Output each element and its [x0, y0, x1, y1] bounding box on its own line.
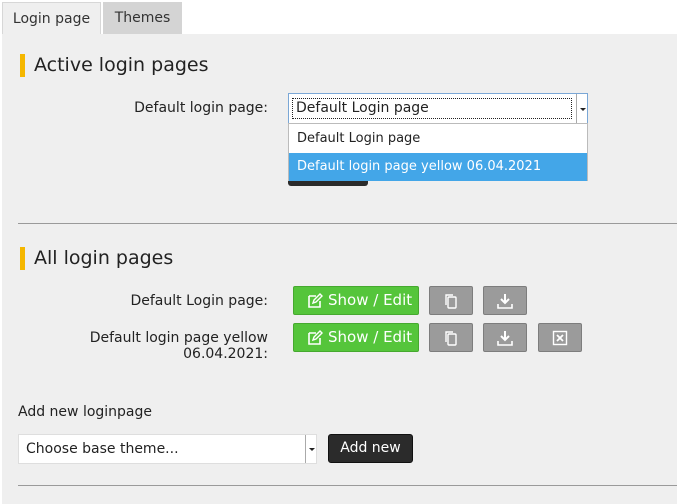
all-login-pages-title: All login pages [20, 247, 173, 270]
copy-button[interactable] [429, 286, 473, 315]
copy-button[interactable] [429, 323, 473, 352]
default-login-page-select[interactable]: Default Login page [288, 93, 588, 124]
base-theme-value: Choose base theme... [26, 441, 179, 457]
download-icon [497, 331, 513, 346]
tab-login-page[interactable]: Login page [2, 2, 101, 34]
show-edit-label: Show / Edit [328, 328, 413, 346]
download-button[interactable] [483, 286, 527, 315]
tab-themes[interactable]: Themes [103, 2, 182, 34]
chevron-down-icon[interactable] [305, 435, 316, 463]
divider [18, 485, 677, 486]
show-edit-button[interactable]: Show / Edit [293, 323, 419, 352]
login-page-row-label: Default login page yellow 06.04.2021: [89, 330, 268, 362]
active-login-pages-title: Active login pages [20, 54, 209, 77]
delete-icon [552, 330, 568, 346]
show-edit-button[interactable]: Show / Edit [293, 286, 419, 315]
dropdown-option-highlighted[interactable]: Default login page yellow 06.04.2021 [289, 153, 587, 181]
default-login-page-label: Default login page: [134, 100, 268, 116]
login-page-row-label: Default Login page: [130, 293, 268, 309]
add-new-loginpage-label: Add new loginpage [18, 404, 153, 420]
show-edit-label: Show / Edit [328, 291, 413, 309]
copy-icon [445, 294, 457, 309]
copy-icon [445, 331, 457, 346]
default-login-page-dropdown[interactable]: Default Login page Default login page ye… [288, 123, 588, 181]
tab-bar: Login page Themes [0, 0, 677, 34]
add-new-button[interactable]: Add new [328, 434, 413, 463]
edit-icon [308, 330, 323, 345]
delete-button[interactable] [538, 323, 582, 352]
edit-icon [308, 293, 323, 308]
download-button[interactable] [483, 323, 527, 352]
dropdown-option[interactable]: Default Login page [289, 125, 587, 153]
base-theme-select[interactable]: Choose base theme... [18, 434, 317, 464]
download-icon [497, 294, 513, 309]
chevron-down-icon[interactable] [576, 94, 587, 123]
default-login-page-value: Default Login page [296, 100, 429, 116]
divider [18, 223, 677, 224]
